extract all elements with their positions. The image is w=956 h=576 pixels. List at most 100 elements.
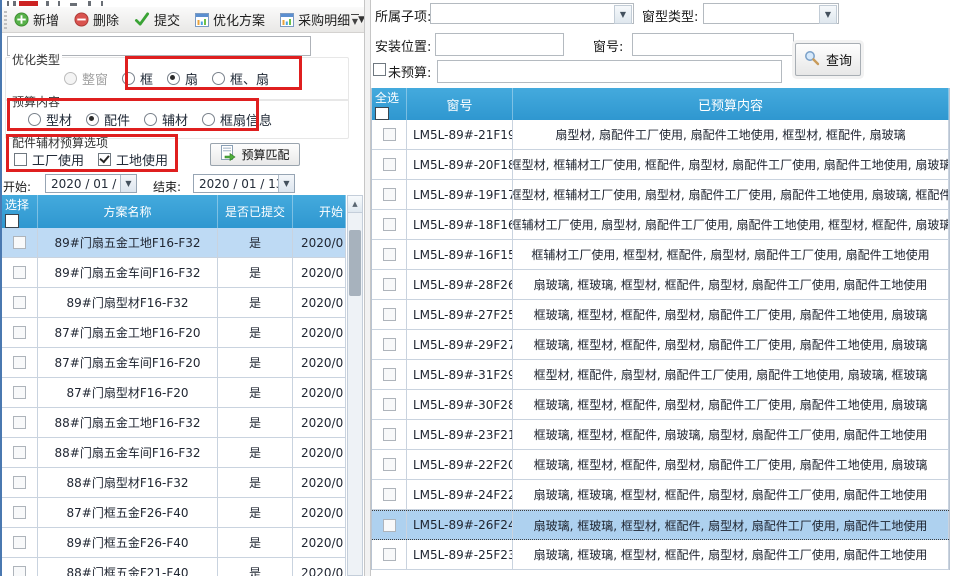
optimize-plan-button[interactable]: 优化方案 bbox=[195, 10, 265, 29]
radio-option[interactable]: 扇 bbox=[167, 69, 198, 88]
radio-option[interactable]: 框扇信息 bbox=[202, 110, 272, 129]
budget-row-select-cell[interactable] bbox=[372, 150, 407, 180]
row-checkbox[interactable] bbox=[383, 488, 396, 501]
select-all-checkbox[interactable] bbox=[5, 214, 19, 228]
row-checkbox[interactable] bbox=[13, 536, 26, 549]
plan-row-select-cell[interactable] bbox=[2, 468, 38, 498]
toolbar-grip[interactable] bbox=[4, 11, 7, 29]
plan-row-select-cell[interactable] bbox=[2, 558, 38, 576]
panel-splitter[interactable] bbox=[364, 0, 371, 576]
budget-row-select-cell[interactable] bbox=[372, 540, 407, 570]
chevron-down-icon[interactable]: ▼ bbox=[819, 5, 837, 24]
plan-row-select-cell[interactable] bbox=[2, 288, 38, 318]
row-checkbox[interactable] bbox=[383, 368, 396, 381]
radio-option[interactable]: 框 bbox=[122, 69, 153, 88]
plan-table-row[interactable]: 89#门扇五金车间F16-F32是2020/0 bbox=[2, 258, 346, 288]
start-column-header[interactable]: 开始 bbox=[293, 195, 346, 228]
row-checkbox[interactable] bbox=[383, 519, 396, 532]
budget-table-row[interactable]: LM5L-89#-20F18框型材, 框辅材工厂使用, 框配件, 扇型材, 扇配… bbox=[372, 150, 949, 180]
checkbox-icon[interactable] bbox=[14, 153, 27, 166]
plan-table-row[interactable]: 89#门框五金F26-F40是2020/0 bbox=[2, 528, 346, 558]
radio-icon[interactable] bbox=[212, 72, 225, 85]
window-no-input[interactable] bbox=[632, 33, 794, 56]
row-checkbox[interactable] bbox=[383, 548, 396, 561]
budget-row-select-cell[interactable] bbox=[372, 330, 407, 360]
plan-row-select-cell[interactable] bbox=[2, 228, 38, 258]
row-checkbox[interactable] bbox=[383, 458, 396, 471]
plan-row-select-cell[interactable] bbox=[2, 348, 38, 378]
submit-button[interactable]: 提交 bbox=[134, 10, 180, 29]
radio-option[interactable]: 整窗 bbox=[64, 69, 108, 88]
budget-table-row[interactable]: LM5L-89#-22F20框玻璃, 框型材, 框配件, 扇型材, 扇配件工厂使… bbox=[372, 450, 949, 480]
window-type-combobox[interactable]: ▼ bbox=[703, 3, 839, 24]
radio-selected-icon[interactable] bbox=[167, 72, 180, 85]
budget-table-row[interactable]: LM5L-89#-24F22扇玻璃, 框玻璃, 框型材, 框配件, 扇型材, 扇… bbox=[372, 480, 949, 510]
radio-icon[interactable] bbox=[122, 72, 135, 85]
plan-row-select-cell[interactable] bbox=[2, 528, 38, 558]
checkbox-option[interactable]: 工厂使用 bbox=[14, 150, 84, 169]
chevron-down-icon[interactable]: ▼ bbox=[614, 5, 632, 24]
budget-table-row[interactable]: LM5L-89#-18F16框辅材工厂使用, 扇型材, 扇配件工厂使用, 扇配件… bbox=[372, 210, 949, 240]
plan-row-select-cell[interactable] bbox=[2, 498, 38, 528]
delete-button[interactable]: 删除 bbox=[74, 10, 119, 29]
budget-table-row[interactable]: LM5L-89#-25F23扇玻璃, 框玻璃, 框型材, 框配件, 扇型材, 扇… bbox=[372, 540, 949, 570]
row-checkbox[interactable] bbox=[13, 476, 26, 489]
row-checkbox[interactable] bbox=[13, 356, 26, 369]
plan-table-row[interactable]: 87#门扇五金车间F16-F20是2020/0 bbox=[2, 348, 346, 378]
row-checkbox[interactable] bbox=[13, 506, 26, 519]
toolbar-overflow-button[interactable]: ▼ bbox=[348, 11, 362, 29]
radio-option[interactable]: 配件 bbox=[86, 110, 130, 129]
row-checkbox[interactable] bbox=[383, 158, 396, 171]
row-checkbox[interactable] bbox=[383, 188, 396, 201]
budget-table-row[interactable]: LM5L-89#-21F19扇型材, 扇配件工厂使用, 扇配件工地使用, 框型材… bbox=[372, 120, 949, 150]
row-checkbox[interactable] bbox=[383, 278, 396, 291]
budget-table-row[interactable]: LM5L-89#-28F26扇玻璃, 框玻璃, 框型材, 框配件, 扇型材, 扇… bbox=[372, 270, 949, 300]
budget-table-row[interactable]: LM5L-89#-23F21框玻璃, 框型材, 框配件, 扇玻璃, 扇型材, 扇… bbox=[372, 420, 949, 450]
budget-row-select-cell[interactable] bbox=[372, 360, 407, 390]
plan-name-column-header[interactable]: 方案名称 bbox=[38, 195, 218, 228]
scroll-up-arrow-icon[interactable]: ▲ bbox=[348, 196, 362, 213]
budget-match-button[interactable]: 预算匹配 bbox=[210, 143, 300, 166]
budget-table-row[interactable]: LM5L-89#-31F29框型材, 框配件, 扇型材, 扇配件工厂使用, 扇配… bbox=[372, 360, 949, 390]
row-checkbox[interactable] bbox=[13, 296, 26, 309]
end-date-picker[interactable]: 2020 / 01 / 13 ▼ bbox=[193, 174, 295, 193]
sub-item-combobox[interactable]: ▼ bbox=[430, 3, 634, 24]
budget-table-row[interactable]: LM5L-89#-26F24扇玻璃, 框玻璃, 框型材, 框配件, 扇型材, 扇… bbox=[372, 510, 949, 540]
budget-row-select-cell[interactable] bbox=[372, 210, 407, 240]
checkbox-option[interactable]: 工地使用 bbox=[98, 150, 168, 169]
query-button[interactable]: 查询 bbox=[795, 43, 861, 76]
submitted-column-header[interactable]: 是否已提交 bbox=[218, 195, 293, 228]
row-checkbox[interactable] bbox=[13, 266, 26, 279]
add-button[interactable]: 新增 bbox=[14, 10, 59, 29]
plan-row-select-cell[interactable] bbox=[2, 318, 38, 348]
row-checkbox[interactable] bbox=[383, 428, 396, 441]
plan-table-row[interactable]: 88#门框五金F21-F40是2020/0 bbox=[2, 558, 346, 576]
budget-row-select-cell[interactable] bbox=[372, 480, 407, 510]
radio-selected-icon[interactable] bbox=[86, 113, 99, 126]
select-all-checkbox[interactable] bbox=[375, 107, 389, 120]
row-checkbox[interactable] bbox=[383, 308, 396, 321]
plan-table-row[interactable]: 87#门扇型材F16-F20是2020/0 bbox=[2, 378, 346, 408]
plan-table-row[interactable]: 87#门框五金F26-F40是2020/0 bbox=[2, 498, 346, 528]
chevron-down-icon[interactable]: ▼ bbox=[120, 175, 136, 192]
radio-option[interactable]: 辅材 bbox=[144, 110, 188, 129]
radio-option[interactable]: 型材 bbox=[28, 110, 72, 129]
window-no-column-header[interactable]: 窗号 bbox=[407, 88, 513, 120]
plan-table-row[interactable]: 87#门扇五金工地F16-F20是2020/0 bbox=[2, 318, 346, 348]
no-budget-input[interactable] bbox=[437, 60, 782, 83]
row-checkbox[interactable] bbox=[383, 338, 396, 351]
budget-table-row[interactable]: LM5L-89#-29F27框玻璃, 框型材, 框配件, 扇型材, 扇配件工厂使… bbox=[372, 330, 949, 360]
radio-icon[interactable] bbox=[144, 113, 157, 126]
budgeted-content-column-header[interactable]: 已预算内容 bbox=[513, 88, 949, 120]
budget-table-row[interactable]: LM5L-89#-30F28框玻璃, 框型材, 框配件, 扇型材, 扇配件工厂使… bbox=[372, 390, 949, 420]
budget-row-select-cell[interactable] bbox=[372, 511, 407, 539]
checkbox-checked-icon[interactable] bbox=[98, 153, 111, 166]
row-checkbox[interactable] bbox=[13, 236, 26, 249]
budget-row-select-cell[interactable] bbox=[372, 390, 407, 420]
budget-row-select-cell[interactable] bbox=[372, 270, 407, 300]
row-checkbox[interactable] bbox=[13, 386, 26, 399]
chevron-down-icon[interactable]: ▼ bbox=[278, 175, 294, 192]
plan-table-row[interactable]: 88#门扇型材F16-F32是2020/0 bbox=[2, 468, 346, 498]
scrollbar-thumb[interactable] bbox=[349, 230, 361, 296]
plan-table-row[interactable]: 88#门扇五金工地F16-F32是2020/0 bbox=[2, 408, 346, 438]
